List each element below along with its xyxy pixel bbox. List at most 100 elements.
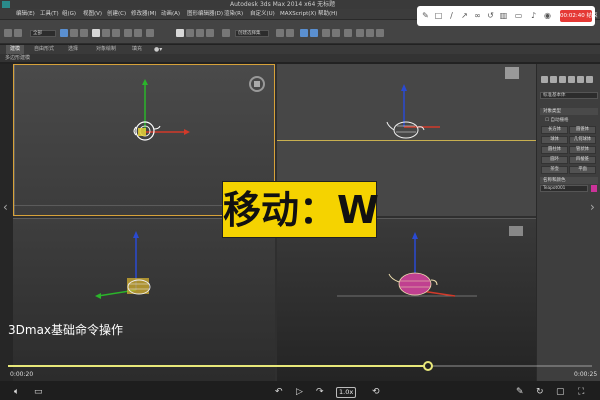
select-by-name-icon[interactable] — [70, 29, 78, 37]
mirror-icon[interactable] — [276, 29, 284, 37]
layer-manager-icon[interactable] — [300, 29, 308, 37]
viewcube-icon[interactable] — [505, 67, 519, 79]
spinner-snap-icon[interactable] — [206, 29, 214, 37]
fullscreen-icon[interactable]: ⛶ — [578, 387, 584, 397]
rewind-icon[interactable]: ↶ — [275, 387, 283, 397]
curve-editor-icon[interactable] — [322, 29, 330, 37]
reference-coordinate-icon[interactable] — [124, 29, 132, 37]
menu-modifiers[interactable]: 修改器(M) — [131, 9, 157, 20]
menu-view[interactable]: 视图(V) — [83, 9, 102, 20]
hierarchy-tab-icon[interactable] — [559, 76, 566, 83]
object-color-swatch[interactable] — [591, 185, 597, 192]
align-icon[interactable] — [286, 29, 294, 37]
motion-tab-icon[interactable] — [568, 76, 575, 83]
render-setup-icon[interactable] — [356, 29, 364, 37]
cone-button[interactable]: 圆锥体 — [569, 126, 596, 134]
undo-icon[interactable]: ↺ — [486, 11, 495, 20]
menu-graph-editors[interactable]: 图形编辑器(D) — [187, 9, 223, 20]
ribbon-options-icon[interactable]: ●▾ — [154, 46, 162, 53]
camera-icon[interactable]: ◉ — [543, 11, 552, 20]
tube-button[interactable]: 管状体 — [569, 146, 596, 154]
teapot-perspective-view[interactable] — [277, 218, 536, 381]
menu-maxscript[interactable]: MAXScript(X) — [280, 9, 316, 20]
pyramid-button[interactable]: 四棱锥 — [569, 156, 596, 164]
create-tab-icon[interactable] — [541, 76, 548, 83]
recording-toolbar: ✎ □ ∕ ↗ ∞ ↺ ▥ ▭ ♪ ◉ 00:02:40 结束 — [417, 6, 597, 26]
menu-animation[interactable]: 动画(A) — [161, 9, 180, 20]
select-and-scale-icon[interactable] — [112, 29, 120, 37]
loop-icon[interactable]: ⟲ — [372, 387, 380, 397]
selection-filter-dropdown[interactable]: 全部 — [30, 30, 56, 37]
snaps-toggle-icon[interactable] — [176, 29, 184, 37]
video-icon[interactable]: ▭ — [514, 11, 523, 20]
tab-object-paint[interactable]: 对象绘制 — [92, 45, 120, 54]
rendered-frame-icon[interactable] — [366, 29, 374, 37]
annotate-icon[interactable]: ✎ — [516, 387, 524, 397]
next-arrow-icon[interactable]: › — [590, 200, 595, 214]
fullscreen-window-icon[interactable]: ▢ — [556, 387, 565, 397]
plane-button[interactable]: 平面 — [569, 166, 596, 174]
select-manipulate-icon[interactable] — [146, 29, 154, 37]
arrow-icon[interactable]: ↗ — [460, 11, 469, 20]
modify-tab-icon[interactable] — [550, 76, 557, 83]
schematic-view-icon[interactable] — [332, 29, 340, 37]
percent-snap-icon[interactable] — [196, 29, 204, 37]
named-selection-dropdown[interactable]: 创建选择集 — [235, 30, 269, 37]
geosphere-button[interactable]: 几何球体 — [569, 136, 596, 144]
tab-freeform[interactable]: 自由形式 — [30, 45, 58, 54]
undo-icon[interactable] — [4, 29, 12, 37]
select-and-move-icon[interactable] — [92, 29, 100, 37]
stop-recording-button[interactable]: 00:02:40 结束 — [560, 10, 597, 22]
autogrid-checkbox[interactable]: ☐ 自动栅格 — [545, 117, 568, 123]
playback-speed[interactable]: 1.0x — [336, 387, 357, 398]
menu-rendering[interactable]: 渲染(R) — [224, 9, 243, 20]
viewcube-icon[interactable] — [509, 226, 523, 236]
graphite-toggle-icon[interactable] — [310, 29, 318, 37]
menu-edit[interactable]: 编辑(E) — [16, 9, 35, 20]
menu-help[interactable]: 帮助(H) — [318, 9, 337, 20]
menu-customize[interactable]: 自定义(U) — [250, 9, 275, 20]
teapot-left-view[interactable] — [13, 218, 275, 381]
object-type-rollout[interactable]: 对象类型 — [540, 108, 598, 115]
square-icon[interactable]: □ — [434, 11, 443, 20]
sphere-button[interactable]: 球体 — [541, 136, 568, 144]
edit-named-selection-icon[interactable] — [222, 29, 230, 37]
play-icon[interactable]: ▷ — [296, 387, 303, 397]
object-name-field[interactable]: Teapot001 — [540, 185, 588, 192]
tab-modeling[interactable]: 建模 — [6, 45, 25, 54]
torus-button[interactable]: 圆环 — [541, 156, 568, 164]
utilities-tab-icon[interactable] — [586, 76, 593, 83]
redo-icon[interactable] — [14, 29, 22, 37]
name-and-color-rollout[interactable]: 名称和颜色 — [540, 177, 598, 184]
forward-icon[interactable]: ↷ — [316, 387, 324, 397]
pivot-center-icon[interactable] — [134, 29, 142, 37]
teapot-button[interactable]: 茶壶 — [541, 166, 568, 174]
rectangular-selection-icon[interactable] — [80, 29, 88, 37]
mic-icon[interactable]: ♪ — [529, 11, 538, 20]
video-progress-bar[interactable] — [8, 361, 592, 371]
trash-icon[interactable]: ▥ — [499, 11, 508, 20]
previous-arrow-icon[interactable]: ‹ — [3, 200, 8, 214]
pen-icon[interactable]: ✎ — [421, 11, 430, 20]
cylinder-button[interactable]: 圆柱体 — [541, 146, 568, 154]
select-object-icon[interactable] — [60, 29, 68, 37]
tab-populate[interactable]: 填充 — [128, 45, 146, 54]
menu-group[interactable]: 组(G) — [62, 9, 76, 20]
primitive-type-dropdown[interactable]: 标准基本体 — [540, 92, 598, 99]
ab-repeat-icon[interactable]: ↻ — [536, 387, 544, 397]
link-icon[interactable]: ∞ — [473, 11, 482, 20]
angle-snap-icon[interactable] — [186, 29, 194, 37]
menu-create[interactable]: 创建(C) — [107, 9, 126, 20]
tab-selection[interactable]: 选择 — [64, 45, 82, 54]
viewport-perspective[interactable] — [277, 218, 536, 381]
volume-icon[interactable]: 🔈︎ — [14, 387, 19, 397]
viewport-left[interactable] — [13, 218, 275, 381]
material-editor-icon[interactable] — [344, 29, 352, 37]
pencil-icon[interactable]: ∕ — [447, 11, 456, 20]
render-teapot-icon[interactable] — [376, 29, 384, 37]
display-tab-icon[interactable] — [577, 76, 584, 83]
box-button[interactable]: 长方体 — [541, 126, 568, 134]
subtitle-toggle-icon[interactable]: ▭ — [34, 387, 43, 397]
select-and-rotate-icon[interactable] — [102, 29, 110, 37]
menu-tools[interactable]: 工具(T) — [40, 9, 59, 20]
